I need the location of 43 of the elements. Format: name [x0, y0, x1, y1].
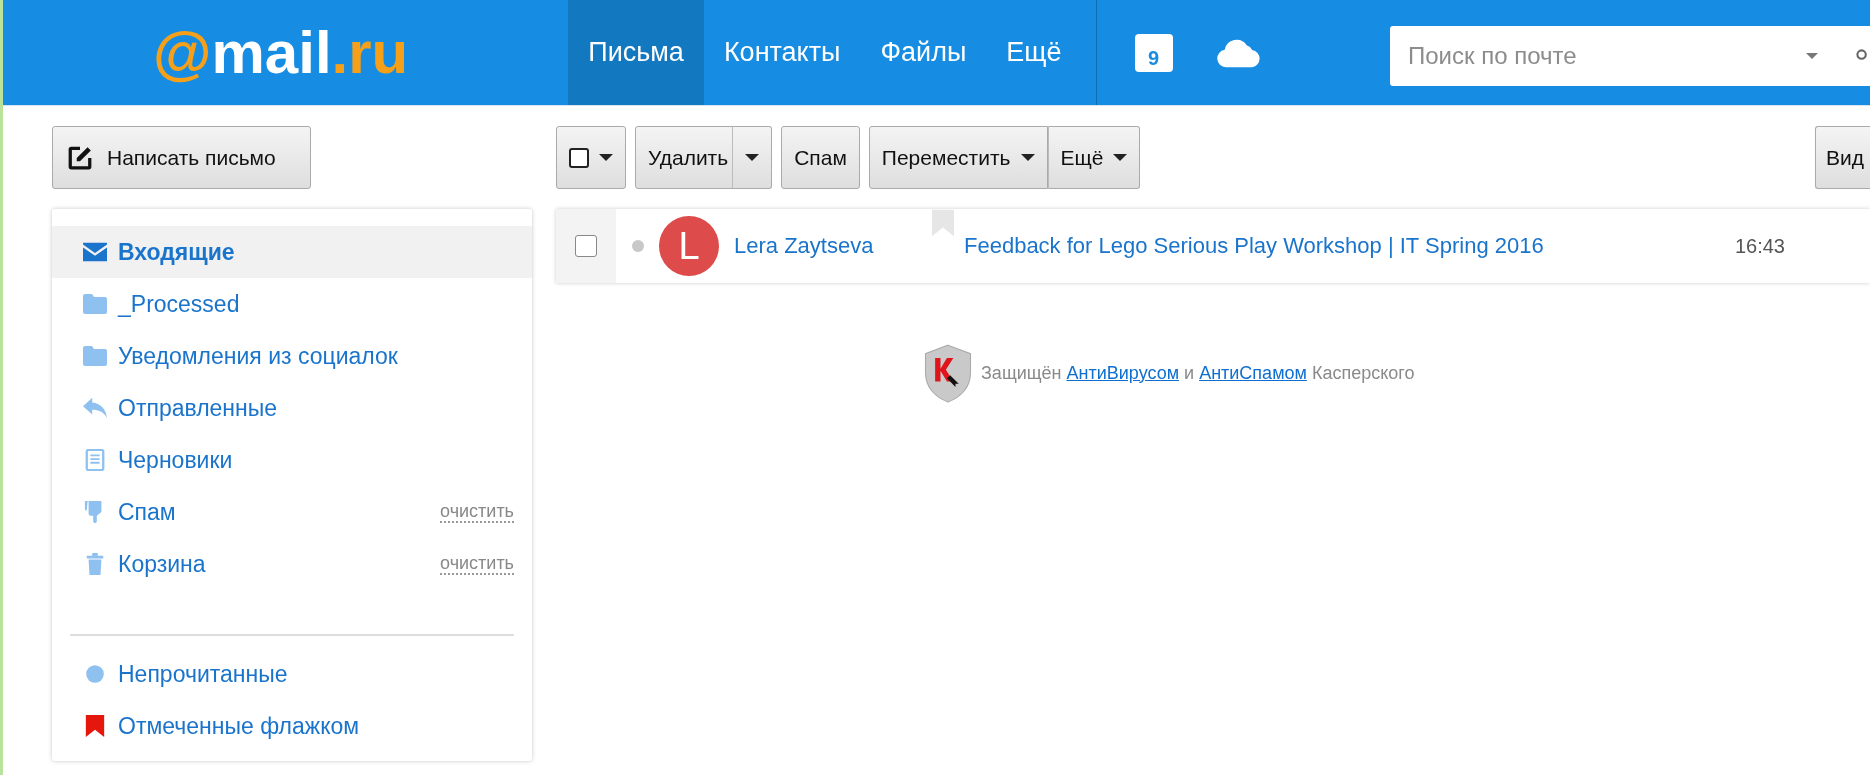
protection-link[interactable]: АнтиВирусом [1066, 362, 1180, 383]
folder-item[interactable]: Входящие [52, 226, 532, 278]
message-row[interactable]: L Lera Zaytseva Feedback for Lego Serious Play Workshop | IT Spring 2016 16:43 [556, 209, 1870, 283]
message-time: 16:43 [1734, 234, 1785, 258]
nav-tab[interactable]: Письма [568, 0, 704, 105]
caret-icon[interactable] [1806, 53, 1818, 59]
folder-item[interactable]: Уведомления из социалок [52, 330, 532, 382]
sender-name: Lera Zaytseva [734, 233, 875, 259]
caret-icon [1020, 154, 1035, 161]
edit-icon [67, 144, 93, 171]
caret-icon [1113, 154, 1128, 161]
compose-button[interactable]: Написать письмо [52, 126, 311, 189]
folder-item[interactable]: Корзина очистить [52, 538, 532, 590]
checkbox[interactable] [575, 235, 597, 257]
checkbox[interactable] [569, 147, 589, 168]
dropdown-button[interactable]: Переместить [868, 126, 1048, 189]
clear-link[interactable]: очистить [440, 501, 514, 523]
dropdown-button[interactable] [732, 126, 773, 189]
view-button[interactable]: Вид [1815, 126, 1870, 189]
dropdown-button[interactable]: Ещё [1047, 126, 1141, 189]
folder-item[interactable]: Черновики [52, 434, 532, 486]
nav-tab[interactable]: Ещё [986, 0, 1082, 105]
toolbar-button[interactable]: Спам [781, 126, 860, 189]
nav-tab[interactable]: Файлы [860, 0, 987, 105]
avatar: L [659, 216, 719, 276]
filter-item[interactable]: Отмеченные флажком [52, 700, 532, 752]
cloud-icon[interactable] [1216, 37, 1261, 68]
nav-tab[interactable]: Контакты [703, 0, 861, 105]
search-field[interactable]: Поиск по почте [1390, 26, 1870, 86]
folder-item[interactable]: _Processed [52, 278, 532, 330]
select-all-button[interactable] [556, 126, 626, 189]
caret-icon [745, 154, 760, 161]
caret-icon [599, 154, 613, 161]
message-subject: Feedback for Lego Serious Play Workshop | IT Spring 2016 [964, 233, 1544, 259]
calendar-icon[interactable]: 9 [1134, 33, 1173, 72]
filter-item[interactable]: Непрочитанные [52, 648, 532, 700]
folder-item[interactable]: Отправленные [52, 382, 532, 434]
clear-link[interactable]: очистить [440, 553, 514, 575]
protection-link[interactable]: АнтиСпамом [1199, 362, 1307, 383]
logo[interactable]: @mail.ru [3, 0, 409, 105]
folder-item[interactable]: Спам очистить [52, 486, 532, 538]
read-status-dot[interactable] [632, 240, 644, 252]
protection-notice: Защищён АнтиВирусом и АнтиСпамом Касперского [981, 362, 1415, 384]
